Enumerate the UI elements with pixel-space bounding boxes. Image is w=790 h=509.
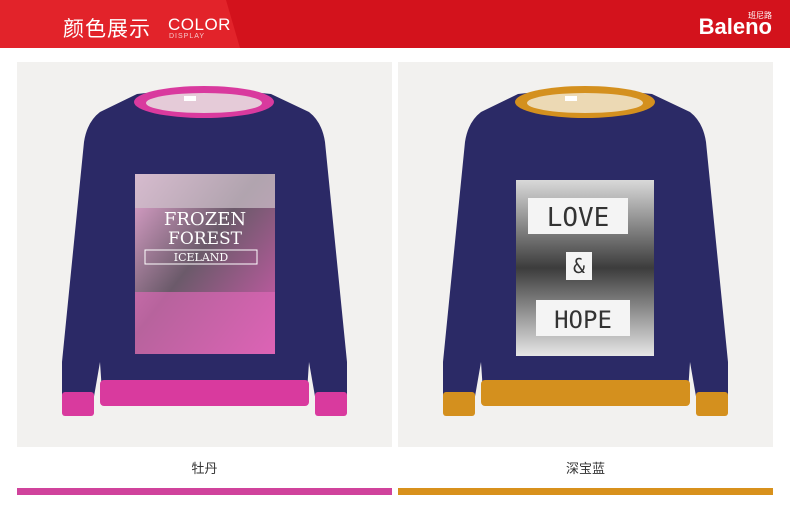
color-name-royal-blue: 深宝蓝	[565, 462, 605, 477]
page-header: 颜色展示 COLOR DISPLAY 班尼路 Baleno	[0, 0, 790, 48]
section-title: 颜色展示	[63, 17, 151, 41]
color-swatch-bar-royal-blue	[398, 488, 773, 495]
sweater-hem	[481, 380, 690, 406]
print-line-2: &	[573, 254, 585, 278]
product-card-peony[interactable]: FROZEN FOREST ICELAND	[17, 62, 392, 447]
color-swatch-bar-peony	[17, 488, 392, 495]
print-line-2: FOREST	[168, 229, 243, 249]
section-title-english: COLOR	[168, 15, 231, 34]
brand-logo: 班尼路 Baleno	[699, 11, 772, 40]
print-line-3: HOPE	[554, 306, 612, 334]
sweater-image-peony: FROZEN FOREST ICELAND	[62, 86, 347, 416]
print-line-3: ICELAND	[174, 251, 229, 264]
sweater-image-royal-blue: LOVE & HOPE	[443, 86, 728, 416]
print-line-1: LOVE	[547, 203, 610, 233]
sweater-hem	[100, 380, 309, 406]
section-subtitle: DISPLAY	[169, 33, 206, 40]
color-name-peony: 牡丹	[191, 462, 218, 477]
product-card-royal-blue[interactable]: LOVE & HOPE	[398, 62, 773, 447]
brand-name-cn: 班尼路	[748, 11, 772, 20]
print-line-1: FROZEN	[164, 209, 246, 230]
